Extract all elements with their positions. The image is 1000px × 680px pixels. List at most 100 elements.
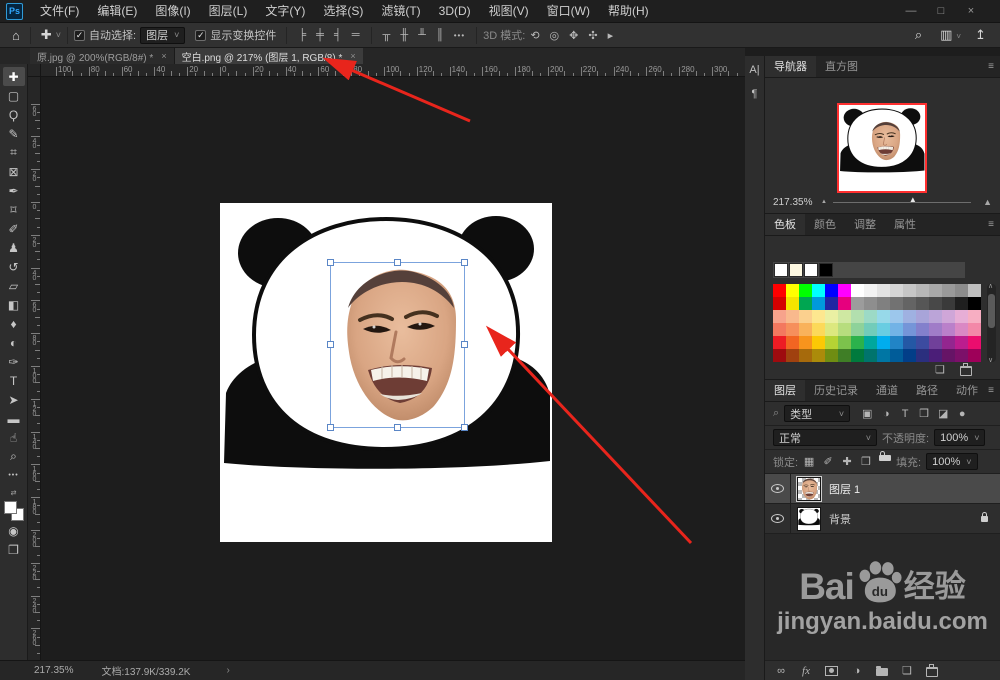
navigator-zoom-slider[interactable]: ▲ [832, 195, 972, 204]
filter-search-icon[interactable]: ⌕ [773, 407, 779, 420]
color-swatch[interactable] [825, 323, 838, 336]
path-selection-tool[interactable]: ➤ [3, 390, 25, 409]
lock-artboard-icon[interactable]: ❒ [860, 455, 872, 468]
search-icon[interactable]: ⌕ [911, 27, 926, 43]
transform-handle-se[interactable] [461, 424, 468, 431]
swatches-tab[interactable]: 色板 [765, 214, 805, 235]
layer-name[interactable]: 图层 1 [829, 481, 860, 497]
scrollbar-thumb[interactable] [988, 294, 995, 328]
color-swatch[interactable] [968, 297, 981, 310]
color-swatch[interactable] [799, 323, 812, 336]
color-swatch[interactable] [851, 310, 864, 323]
color-swatch[interactable] [773, 336, 786, 349]
link-layers-icon[interactable]: ∞ [775, 665, 787, 677]
color-swatch[interactable] [825, 297, 838, 310]
color-swatch[interactable] [838, 323, 851, 336]
shape-tool[interactable]: ▬ [3, 409, 25, 428]
zoom-tool[interactable]: ⌕ [3, 447, 25, 466]
navigator-thumbnail[interactable] [837, 103, 927, 193]
color-swatch[interactable] [838, 336, 851, 349]
color-swatch[interactable] [942, 349, 955, 362]
color-swatch[interactable] [890, 336, 903, 349]
navigator-zoom-value[interactable]: 217.35% [773, 197, 821, 208]
brush-tool[interactable]: ✐ [3, 219, 25, 238]
menu-item[interactable]: 图像(I) [146, 0, 199, 22]
auto-select-checkbox[interactable]: ✓ [74, 29, 86, 41]
panel-menu-icon[interactable]: ≡ [988, 214, 994, 236]
new-group-icon[interactable] [876, 666, 888, 676]
swatch-scrollbar[interactable]: ∧ ∨ [987, 283, 996, 364]
color-swatch[interactable] [799, 297, 812, 310]
color-swatch[interactable] [916, 349, 929, 362]
color-swatch[interactable] [916, 297, 929, 310]
eraser-tool[interactable]: ▱ [3, 276, 25, 295]
color-swatch[interactable] [968, 284, 981, 297]
color-swatch[interactable] [942, 323, 955, 336]
fill-dropdown[interactable]: 100% ˅ [926, 453, 978, 470]
lock-position-icon[interactable]: ✚ [841, 455, 853, 468]
close-button[interactable]: × [956, 0, 986, 22]
color-swatch[interactable] [773, 310, 786, 323]
color-swatch[interactable] [890, 310, 903, 323]
color-swatch[interactable] [877, 323, 890, 336]
color-swatch[interactable] [955, 349, 968, 362]
close-icon[interactable]: × [350, 51, 355, 61]
color-swatch[interactable] [903, 336, 916, 349]
color-swatch[interactable] [864, 349, 877, 362]
menu-item[interactable]: 视图(V) [480, 0, 538, 22]
align-middle-icon[interactable]: ═ [347, 29, 365, 41]
transform-bounding-box[interactable] [327, 259, 468, 431]
clone-stamp-tool[interactable]: ♟ [3, 238, 25, 257]
color-swatches[interactable] [3, 501, 24, 521]
more-options-icon[interactable]: ••• [449, 31, 470, 40]
layers-tab[interactable]: 通道 [867, 380, 907, 401]
menu-item[interactable]: 编辑(E) [88, 0, 146, 22]
color-swatch[interactable] [903, 284, 916, 297]
move-tool-icon[interactable]: ✚ [37, 27, 56, 43]
eyedropper-tool[interactable]: ✒ [3, 181, 25, 200]
home-icon[interactable]: ⌂ [8, 28, 24, 43]
menu-item[interactable]: 3D(D) [430, 0, 480, 22]
type-tool[interactable]: T [3, 371, 25, 390]
zoom-out-icon[interactable]: ▲ [821, 199, 827, 205]
transform-handle-sw[interactable] [327, 424, 334, 431]
color-swatch[interactable] [851, 336, 864, 349]
menu-item[interactable]: 窗口(W) [538, 0, 599, 22]
color-swatch[interactable] [786, 336, 799, 349]
zoom-in-icon[interactable]: ▲ [983, 197, 992, 207]
3d-pan-icon[interactable]: ✥ [564, 29, 583, 42]
vertical-ruler[interactable]: 60 40 20 0 20 40 60 80 100 120 140 160 180 200 220 240 2… [28, 77, 41, 660]
history-brush-tool[interactable]: ↺ [3, 257, 25, 276]
filter-pixel-icon[interactable]: ▣ [861, 407, 873, 420]
color-swatch[interactable] [916, 336, 929, 349]
blur-tool[interactable]: ♦ [3, 314, 25, 333]
new-layer-icon[interactable]: ❏ [901, 664, 913, 677]
maximize-button[interactable]: □ [926, 0, 956, 22]
filter-pin-icon[interactable]: ● [956, 407, 968, 420]
color-swatch[interactable] [773, 297, 786, 310]
slider-thumb[interactable]: ▲ [909, 195, 917, 204]
3d-slide-icon[interactable]: ✣ [583, 29, 602, 42]
color-swatch[interactable] [851, 284, 864, 297]
color-swatch[interactable] [929, 284, 942, 297]
color-swatch[interactable] [955, 297, 968, 310]
distribute-center-icon[interactable]: ╫ [395, 29, 413, 41]
scroll-down-icon[interactable]: ∨ [988, 356, 993, 364]
layer-thumbnail[interactable] [796, 475, 822, 502]
status-zoom-level[interactable]: 217.35% [34, 665, 73, 676]
quick-mask-icon[interactable]: ◉ [3, 521, 25, 540]
minimize-button[interactable]: — [896, 0, 926, 22]
hand-tool[interactable]: ☝ [3, 428, 25, 447]
panel-menu-icon[interactable]: ≡ [988, 56, 994, 78]
color-swatch[interactable] [916, 310, 929, 323]
layer-row-背景[interactable]: 背景 [765, 504, 1000, 534]
color-swatch[interactable] [864, 323, 877, 336]
lock-pixels-icon[interactable]: ✐ [822, 455, 834, 468]
color-swatch[interactable] [942, 336, 955, 349]
distribute-space-icon[interactable]: ║ [431, 29, 449, 41]
align-left-icon[interactable]: ╞ [293, 29, 311, 41]
screen-mode-icon[interactable]: ❐ [3, 540, 25, 559]
distribute-top-icon[interactable]: ╥ [378, 29, 396, 41]
color-swatch[interactable] [812, 336, 825, 349]
recent-swatch[interactable] [804, 263, 818, 277]
